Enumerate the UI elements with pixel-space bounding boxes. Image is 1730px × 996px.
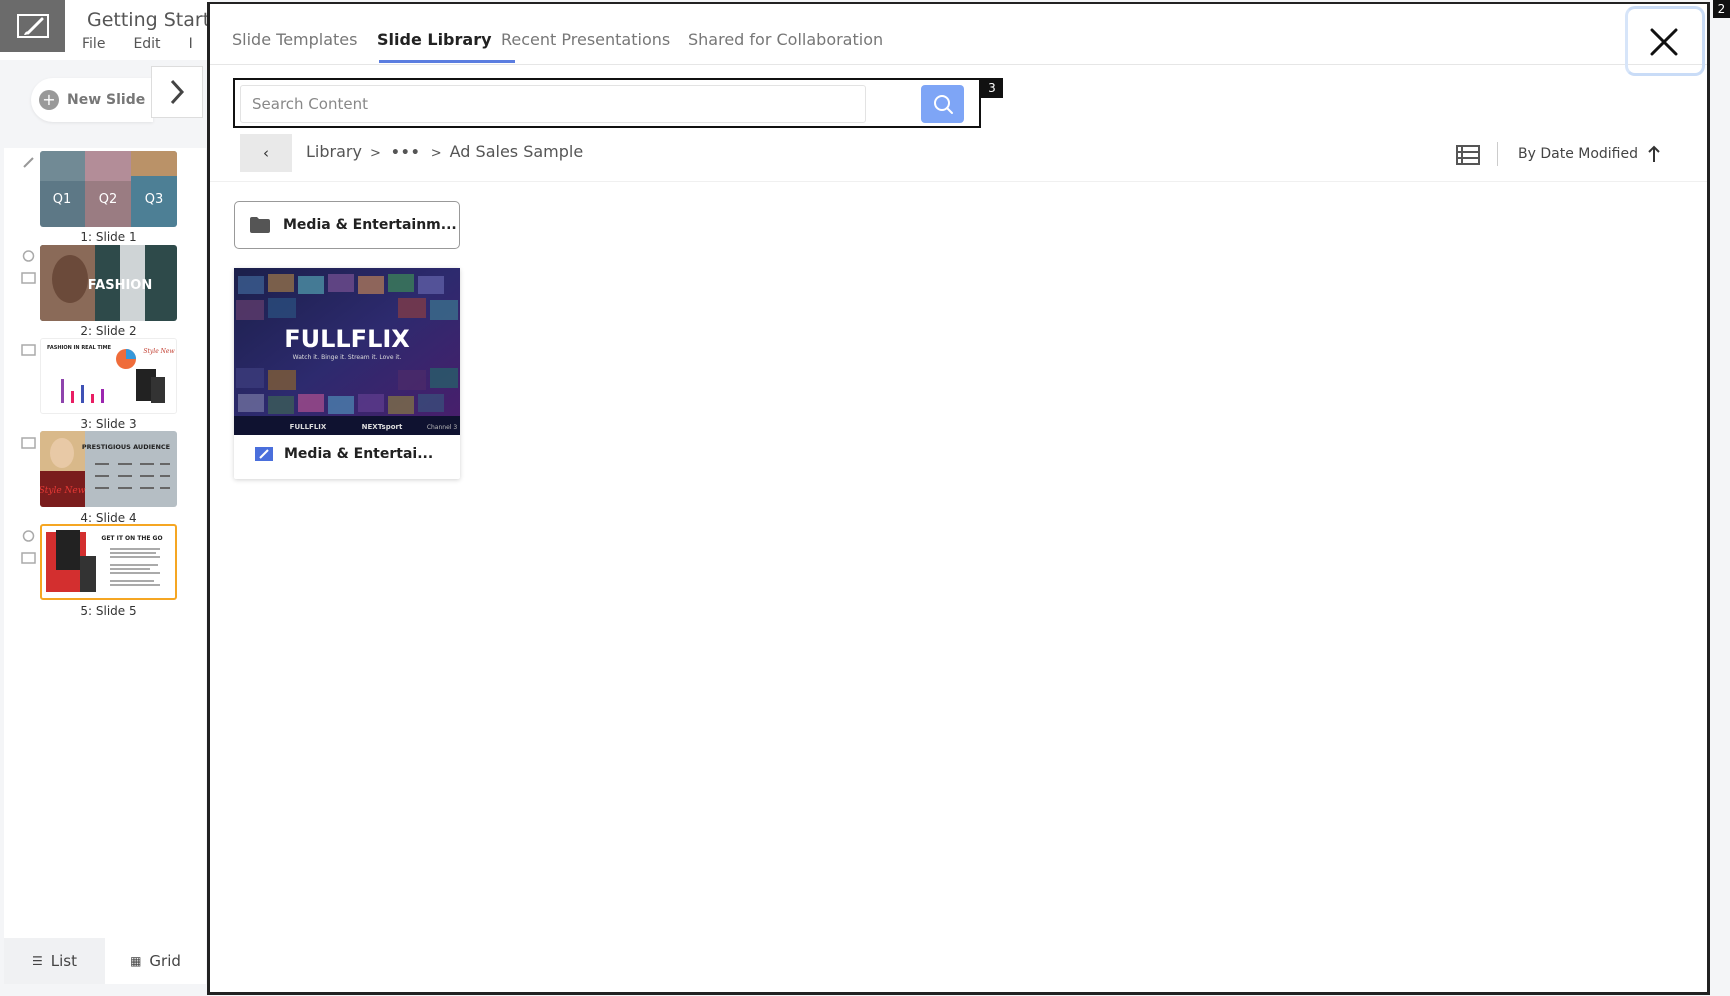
chevron-left-icon: ‹: [263, 144, 269, 162]
image-icon[interactable]: [21, 437, 36, 449]
search-icon: [933, 95, 953, 114]
search-button[interactable]: [921, 85, 964, 123]
thumb-title-text: FULLFLIX: [284, 325, 410, 353]
image-icon[interactable]: [21, 344, 36, 356]
breadcrumb-separator: >: [369, 146, 381, 161]
menu-insert[interactable]: I: [189, 36, 193, 52]
slide-thumbnail-2[interactable]: FASHION: [40, 245, 177, 321]
close-icon: [1650, 28, 1678, 56]
presentation-file-icon: [255, 447, 273, 461]
slide-label-1: 1: Slide 1: [80, 230, 137, 244]
thumb-channel-3: Channel 3: [427, 424, 458, 431]
breadcrumb-ellipsis[interactable]: •••: [391, 145, 421, 161]
grid-view-label: Grid: [149, 952, 181, 970]
slide-label-2: 2: Slide 2: [80, 324, 137, 338]
slide1-q2-text: Q2: [99, 192, 118, 207]
menu-file[interactable]: File: [82, 36, 105, 52]
app-logo[interactable]: [0, 0, 65, 52]
list-view-tab[interactable]: ☰ List: [4, 938, 105, 984]
breadcrumb-current: Ad Sales Sample: [449, 142, 584, 161]
slide-label-4: 4: Slide 4: [80, 511, 137, 525]
active-tab-indicator: [379, 60, 515, 63]
new-slide-label: New Slide: [67, 92, 146, 108]
slide-thumbnail-5-selected[interactable]: GET IT ON THE GO: [40, 524, 177, 600]
thumb-channel-1: FULLFLIX: [290, 423, 327, 431]
thumb-channel-2: NEXTsport: [362, 423, 403, 431]
pencil-icon[interactable]: [21, 156, 36, 168]
new-slide-bar: + New Slide: [0, 60, 210, 148]
slide2-fashion-text: FASHION: [88, 278, 152, 293]
list-icon: ☰: [32, 954, 43, 968]
close-dialog-button[interactable]: [1629, 10, 1699, 74]
back-button[interactable]: ‹: [240, 134, 292, 172]
chevron-right-icon: [170, 79, 185, 105]
toolbar-divider: [1497, 142, 1498, 166]
slide-label-3: 3: Slide 3: [80, 417, 137, 431]
image-icon[interactable]: [21, 272, 36, 284]
slides-panel: Q1 Q2 Q3 1: Slide 1 FASHION 2: Slide 2 F…: [4, 148, 206, 938]
slide5-heading-text: GET IT ON THE GO: [101, 535, 162, 542]
arrow-up-icon[interactable]: [1646, 144, 1662, 164]
tab-slide-templates[interactable]: Slide Templates: [232, 30, 357, 49]
menu-edit[interactable]: Edit: [133, 36, 160, 52]
slide1-q1-text: Q1: [53, 192, 72, 207]
breadcrumb-row: ‹ Library > ••• > Ad Sales Sample By Date Mo…: [210, 132, 1707, 182]
slide-thumbnail-3[interactable]: FASHION IN REAL TIME Style New: [40, 338, 177, 414]
slide3-logo-text: Style New: [143, 348, 175, 355]
plus-icon: +: [39, 90, 59, 110]
slide-thumbnail-4[interactable]: PRESTIGIOUS AUDIENCE Style New: [40, 431, 177, 507]
slide4-logo-text: Style New: [40, 486, 86, 496]
expand-panel-button[interactable]: [151, 66, 203, 118]
slide-thumbnail-1[interactable]: Q1 Q2 Q3: [40, 151, 177, 227]
breadcrumb: Library > ••• > Ad Sales Sample: [306, 142, 583, 161]
presentation-thumbnail: FULLFLIX Watch it. Binge it. Stream it. …: [234, 268, 460, 435]
annotation-badge-search: 3: [981, 78, 1003, 98]
presentation-card[interactable]: FULLFLIX Watch it. Binge it. Stream it. …: [234, 268, 460, 479]
brush-icon: [16, 14, 49, 38]
presentation-title[interactable]: Getting Start: [87, 9, 210, 31]
annotation-badge-close: 2: [1713, 0, 1730, 18]
folder-item[interactable]: Media & Entertainm...: [234, 201, 460, 249]
new-slide-button[interactable]: + New Slide: [31, 78, 153, 122]
grid-view-tab[interactable]: ▦ Grid: [105, 938, 206, 984]
app-header: Getting Start File Edit I: [0, 0, 210, 60]
grid-icon: ▦: [130, 954, 142, 968]
slide3-heading-text: FASHION IN REAL TIME: [47, 345, 112, 351]
sort-dropdown[interactable]: By Date Modified: [1518, 146, 1638, 162]
sync-icon[interactable]: [21, 530, 36, 542]
list-view-icon[interactable]: [1456, 144, 1480, 166]
folder-icon: [250, 217, 270, 233]
app-menu: File Edit I: [82, 36, 221, 52]
list-view-label: List: [50, 952, 77, 970]
slide1-q3-text: Q3: [145, 192, 164, 207]
search-bar: [233, 78, 981, 128]
tab-shared-for-collaboration[interactable]: Shared for Collaboration: [688, 30, 883, 49]
slide-view-tabs: ☰ List ▦ Grid: [4, 938, 206, 984]
tab-recent-presentations[interactable]: Recent Presentations: [501, 30, 670, 49]
slide-library-dialog: Slide Templates Slide Library Recent Pre…: [207, 2, 1710, 995]
slide-label-5: 5: Slide 5: [80, 604, 137, 618]
breadcrumb-library[interactable]: Library: [306, 142, 362, 161]
image-icon[interactable]: [21, 552, 36, 564]
thumb-tagline-text: Watch it. Binge it. Stream it. Love it.: [293, 354, 402, 361]
dialog-tabs: Slide Templates Slide Library Recent Pre…: [210, 4, 1707, 65]
tab-slide-library[interactable]: Slide Library: [377, 30, 492, 49]
breadcrumb-separator: >: [430, 146, 442, 161]
search-input[interactable]: [240, 85, 866, 123]
sync-icon[interactable]: [21, 250, 36, 262]
presentation-label: Media & Entertai...: [284, 446, 434, 462]
presentation-caption: Media & Entertai...: [254, 446, 433, 462]
folder-label: Media & Entertainm...: [283, 217, 457, 233]
slide4-heading-text: PRESTIGIOUS AUDIENCE: [82, 443, 170, 451]
